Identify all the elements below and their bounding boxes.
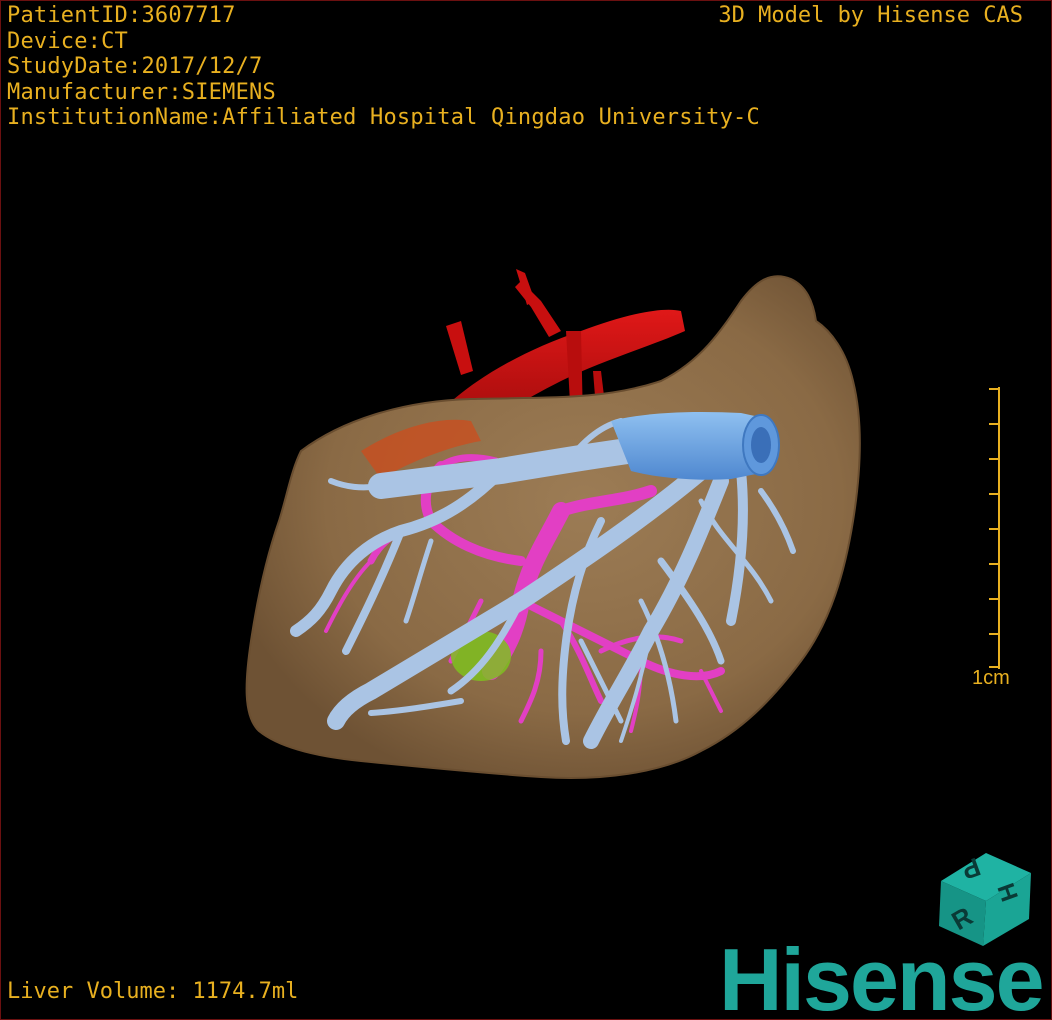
institution-line: InstitutionName:Affiliated Hospital Qing… — [7, 105, 760, 130]
3d-viewport[interactable]: H P R PatientID:3607717 Device:CT StudyD… — [0, 0, 1052, 1020]
scale-label: 1cm — [972, 667, 1010, 689]
patient-id-line: PatientID:3607717 — [7, 3, 236, 28]
liver-volume-readout: Liver Volume: 1174.7ml — [7, 979, 299, 1004]
model-credit: 3D Model by Hisense CAS — [718, 3, 1023, 28]
study-date-line: StudyDate:2017/12/7 — [7, 54, 263, 79]
device-line: Device:CT — [7, 28, 129, 54]
scale-bar — [989, 387, 1000, 669]
liver-3d-model[interactable]: H P R — [1, 1, 1051, 1019]
inferior-vena-cava — [611, 411, 780, 480]
hisense-logo: Hisense — [719, 930, 1045, 1020]
manufacturer-line: Manufacturer:SIEMENS — [7, 79, 276, 105]
dicom-info-overlay: PatientID:3607717 Device:CT StudyDate:20… — [7, 3, 760, 131]
